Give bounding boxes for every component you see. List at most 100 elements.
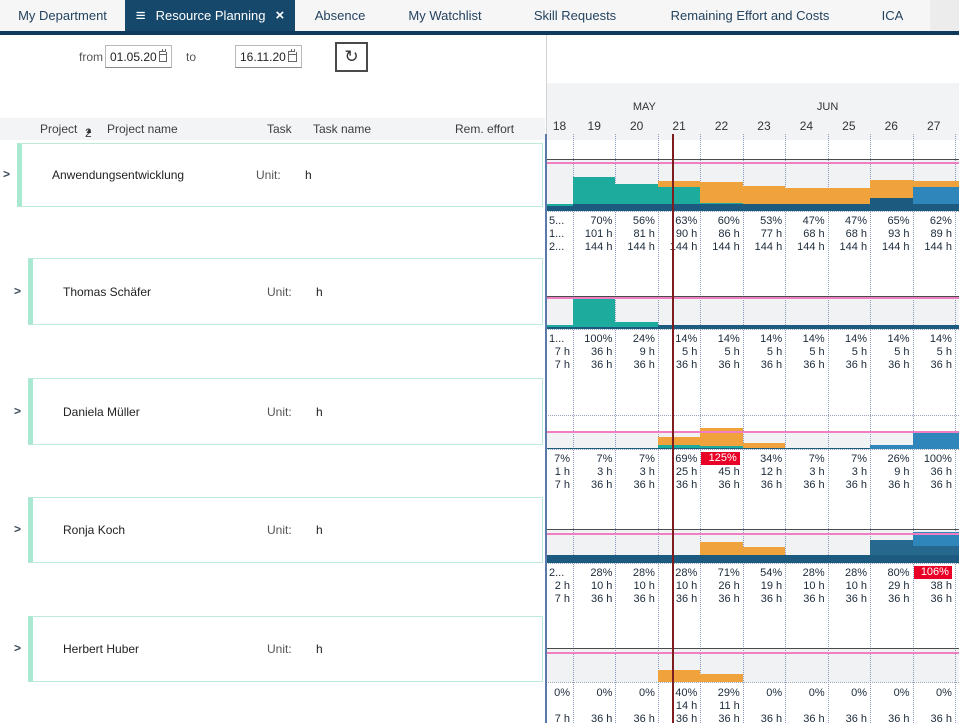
today-line <box>672 134 674 723</box>
refresh-button[interactable]: ↻ <box>335 42 368 72</box>
planned-hours: 68 h <box>786 228 824 240</box>
capacity-line <box>546 431 959 433</box>
expand-chevron-icon[interactable]: > <box>14 284 21 298</box>
planned-hours: 5 h <box>829 346 867 358</box>
expand-chevron-icon[interactable]: > <box>3 167 10 181</box>
utilization-bar-dark_blue <box>546 206 573 211</box>
expand-chevron-icon[interactable]: > <box>14 522 21 536</box>
planned-hours: 10 h <box>616 580 654 592</box>
capacity-hours: 36 h <box>574 713 612 723</box>
utilization-bar-dark_blue <box>658 204 700 211</box>
to-date-value: 16.11.20 <box>240 50 286 64</box>
utilization-bar-dark_blue <box>913 204 955 211</box>
tab-label: ICA <box>882 8 904 23</box>
tab-my-department[interactable]: My Department <box>0 0 125 31</box>
expand-chevron-icon[interactable]: > <box>14 404 21 418</box>
utilization-bar-dark_blue <box>743 204 785 211</box>
capacity-hours: 36 h <box>744 479 782 491</box>
capacity-hours: 36 h <box>871 713 909 723</box>
utilization-bar-teal <box>546 204 573 206</box>
calendar-icon[interactable] <box>288 51 297 62</box>
utilization-bar-dark_blue <box>955 555 959 563</box>
capacity-hours: 144 h <box>744 241 782 253</box>
capacity-hours: 2... <box>547 241 570 253</box>
utilization-bar-dark_blue <box>785 325 827 329</box>
utilization-percent: 62% <box>914 215 952 227</box>
tab-ica[interactable]: ICA <box>855 0 930 31</box>
capacity-hours: 36 h <box>574 593 612 605</box>
week-label: 20 <box>630 119 643 133</box>
resource-row[interactable]: AnwendungsentwicklungUnit:h <box>17 143 543 207</box>
tab-label: Remaining Effort and Costs <box>671 8 830 23</box>
utilization-percent: 14% <box>871 333 909 345</box>
planned-hours: 89 h <box>914 228 952 240</box>
calendar-icon[interactable] <box>159 51 167 62</box>
tab-bar-accent-line <box>0 31 959 35</box>
tab-skill-requests[interactable]: Skill Requests <box>505 0 645 31</box>
planned-hours: 36 h <box>914 466 952 478</box>
table-header: Project 2▲ Project name Task Task name R… <box>0 118 545 140</box>
utilization-bar-orange <box>658 181 700 187</box>
week-label: 27 <box>927 119 940 133</box>
planned-hours: 5 h <box>871 346 909 358</box>
capacity-hours: 36 h <box>786 713 824 723</box>
utilization-percent: 106% <box>914 566 952 579</box>
unit-label: Unit: <box>267 642 292 656</box>
capacity-hours: 36 h <box>701 593 739 605</box>
resource-name: Ronja Koch <box>63 523 125 537</box>
tab-bar-filler <box>930 0 959 31</box>
capacity-hours: 36 h <box>786 479 824 491</box>
capacity-hours: 36 h <box>786 593 824 605</box>
plot-top-line <box>546 529 959 530</box>
tab-resource-planning[interactable]: ≡Resource Planning× <box>125 0 295 31</box>
plot-bottom-line <box>546 211 959 212</box>
utilization-bar-dark_blue <box>955 325 959 329</box>
utilization-percent: 28% <box>786 567 824 579</box>
tab-absence[interactable]: Absence <box>295 0 385 31</box>
utilization-percent: 14% <box>786 333 824 345</box>
column-header-project[interactable]: Project <box>40 122 77 136</box>
planned-hours: 101 h <box>574 228 612 240</box>
tab-label: Absence <box>315 8 366 23</box>
utilization-percent: 28% <box>659 567 697 579</box>
utilization-bar-teal <box>700 446 742 448</box>
resource-row[interactable]: Herbert HuberUnit:h <box>28 616 543 682</box>
utilization-bar-dark_blue <box>573 204 615 211</box>
resource-row[interactable]: Ronja KochUnit:h <box>28 497 543 563</box>
expand-chevron-icon[interactable]: > <box>14 641 21 655</box>
week-label: 23 <box>757 119 770 133</box>
utilization-bar-dark_blue <box>743 325 785 329</box>
capacity-hours: 36 h <box>616 479 654 491</box>
plot-bottom-line <box>546 563 959 564</box>
column-header-rem-effort[interactable]: Rem. effort <box>455 122 514 136</box>
capacity-hours: 36 h <box>616 713 654 723</box>
column-header-task[interactable]: Task <box>267 122 292 136</box>
utilization-bar-orange <box>913 181 955 187</box>
capacity-hours: 36 h <box>786 359 824 371</box>
from-date-input[interactable]: 01.05.20 <box>105 45 172 68</box>
planned-hours: 10 h <box>574 580 612 592</box>
tab-remaining-effort-and-costs[interactable]: Remaining Effort and Costs <box>645 0 855 31</box>
capacity-hours: 144 h <box>659 241 697 253</box>
resource-row[interactable]: Thomas SchäferUnit:h <box>28 258 543 325</box>
utilization-bar-orange <box>743 547 785 555</box>
tab-my-watchlist[interactable]: My Watchlist <box>385 0 505 31</box>
utilization-bar-light_blue <box>913 187 955 204</box>
column-header-project-name[interactable]: Project name <box>107 122 178 136</box>
close-tab-icon[interactable]: × <box>276 8 285 23</box>
refresh-icon: ↻ <box>344 47 358 67</box>
capacity-hours: 7 h <box>547 713 570 723</box>
menu-icon[interactable]: ≡ <box>136 7 146 24</box>
planned-hours: 19 h <box>744 580 782 592</box>
week-label: 21 <box>672 119 685 133</box>
utilization-bar-teal <box>615 322 657 327</box>
capacity-hours: 36 h <box>914 593 952 605</box>
utilization-bar-dark_blue <box>913 555 955 563</box>
utilization-percent: 26% <box>871 453 909 465</box>
resource-row[interactable]: Daniela MüllerUnit:h <box>28 378 543 445</box>
utilization-bar-dark_blue <box>546 327 573 329</box>
utilization-bar-orange <box>955 181 959 187</box>
to-date-input[interactable]: 16.11.20 <box>235 45 302 68</box>
column-header-task-name[interactable]: Task name <box>313 122 371 136</box>
utilization-percent: 14% <box>914 333 952 345</box>
